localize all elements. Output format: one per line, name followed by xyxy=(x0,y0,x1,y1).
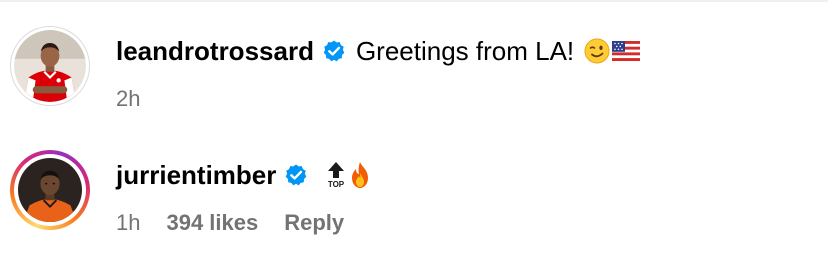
reply-button[interactable]: Reply xyxy=(284,210,344,236)
us-flag-emoji-icon xyxy=(612,41,641,61)
top-label: TOP xyxy=(328,180,345,189)
username[interactable]: jurrientimber xyxy=(116,160,276,190)
comment-body: leandrotrossard Greetings from LA! 2h xyxy=(116,26,818,116)
like-count[interactable]: 394 likes xyxy=(166,210,258,236)
comment-text: Greetings from LA! xyxy=(355,36,575,66)
top-arrow-emoji-icon: TOP xyxy=(328,162,345,189)
comment-line: jurrientimber TOP xyxy=(116,150,818,200)
comment-meta: 1h 394 likes Reply xyxy=(116,206,818,240)
comment-time[interactable]: 2h xyxy=(116,86,140,112)
top-divider xyxy=(0,0,828,2)
avatar[interactable] xyxy=(10,26,90,106)
verified-badge-icon xyxy=(286,164,307,186)
comment-line: leandrotrossard Greetings from LA! xyxy=(116,26,818,76)
comment-time[interactable]: 1h xyxy=(116,210,140,236)
fire-emoji-icon xyxy=(352,162,369,188)
comment-body: jurrientimber TOP 1h 394 likes Reply xyxy=(116,150,818,240)
username[interactable]: leandrotrossard xyxy=(116,36,314,66)
avatar-photo xyxy=(18,158,82,222)
winking-face-emoji-icon xyxy=(584,38,610,64)
verified-badge-icon xyxy=(323,40,345,62)
avatar-photo xyxy=(14,30,86,102)
comment-meta: 2h xyxy=(116,82,818,116)
avatar[interactable] xyxy=(10,150,90,230)
